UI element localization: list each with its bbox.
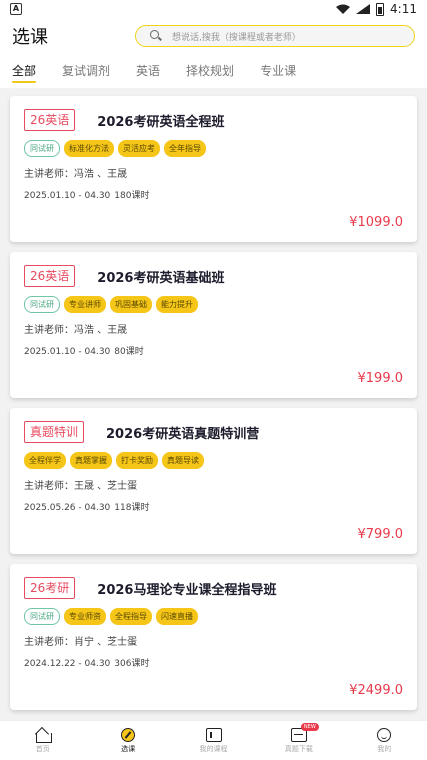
course-tags: 全程伴学 真题掌握 打卡奖励 真题导读 (24, 452, 403, 469)
course-tags: 同试研 专业讲师 巩固基础 能力提升 (24, 296, 403, 313)
course-price: ¥2499.0 (349, 683, 403, 698)
course-dates: 2025.01.10 - 04.30 180课时 (24, 188, 403, 201)
course-dates: 2024.12.22 - 04.30 306课时 (24, 656, 403, 669)
course-badge: 26考研 (24, 577, 76, 599)
course-title: 2026考研英语基础班 (97, 270, 225, 286)
course-date-range: 2025.05.26 - 04.30 (24, 503, 111, 513)
nav-mine[interactable]: 我的 (342, 721, 427, 760)
course-date-range: 2024.12.22 - 04.30 (24, 659, 111, 669)
course-dates: 2025.05.26 - 04.30 118课时 (24, 500, 403, 513)
course-teachers: 主讲老师：王晟 、芝士蛋 (24, 481, 138, 492)
course-tag: 打卡奖励 (116, 452, 158, 469)
search-input[interactable]: 想说话,搜我（搜课程或者老师） (135, 25, 415, 47)
course-tag: 全程指导 (110, 608, 152, 625)
course-hours: 80课时 (114, 347, 144, 357)
tab-school-planning[interactable]: 择校规划 (186, 54, 234, 88)
course-tag: 专业讲师 (64, 296, 106, 313)
course-price: ¥199.0 (357, 371, 404, 386)
nav-label: 选课 (121, 744, 136, 753)
tab-all[interactable]: 全部 (12, 54, 37, 88)
course-hours: 306课时 (114, 659, 150, 669)
course-teachers: 主讲老师：冯浩 、王晟 (24, 169, 128, 180)
course-date-range: 2025.01.10 - 04.30 (24, 191, 111, 201)
course-card[interactable]: 真题特训 2026考研英语真题特训营 全程伴学 真题掌握 打卡奖励 真题导读 主… (10, 408, 417, 554)
course-tags: 同试研 专业师资 全程指导 闪速直播 (24, 608, 403, 625)
course-price: ¥1099.0 (349, 215, 403, 230)
course-teachers: 主讲老师：肖宁 、芝士蛋 (24, 637, 138, 648)
nav-home[interactable]: 首页 (0, 721, 85, 760)
new-badge: NEW (300, 723, 319, 731)
category-tabs: 全部 复试调剂 英语 择校规划 专业课 (0, 54, 427, 88)
course-dates: 2025.01.10 - 04.30 80课时 (24, 344, 403, 357)
course-price: ¥799.0 (357, 527, 404, 542)
course-card[interactable]: 26考研 2026马理论专业课全程指导班 同试研 专业师资 全程指导 闪速直播 … (10, 564, 417, 710)
course-card-head: 26考研 2026马理论专业课全程指导班 (24, 576, 403, 600)
course-teachers: 主讲老师：冯浩 、王晟 (24, 325, 128, 336)
course-tag: 真题掌握 (70, 452, 112, 469)
course-tag: 灵活应考 (118, 140, 160, 157)
course-card-head: 26英语 2026考研英语全程班 (24, 108, 403, 132)
course-card[interactable]: 26英语 2026考研英语全程班 同试研 标准化方法 灵活应考 全年指导 主讲老… (10, 96, 417, 242)
page-title: 选课 (12, 27, 48, 48)
bottom-nav: 首页 选课 我的课程 NEW 真题下载 我的 (0, 720, 427, 760)
course-tag: 巩固基础 (110, 296, 152, 313)
course-tag: 全年指导 (164, 140, 206, 157)
course-tag: 真题导读 (162, 452, 204, 469)
signal-icon (356, 4, 371, 14)
mine-icon (377, 727, 392, 742)
course-badge: 真题特训 (24, 421, 85, 443)
nav-download[interactable]: NEW 真题下载 (256, 721, 341, 760)
course-tag: 能力提升 (156, 296, 198, 313)
status-bar: A 4:11 (0, 0, 427, 18)
nav-select-course[interactable]: 选课 (85, 721, 170, 760)
nav-my-courses[interactable]: 我的课程 (171, 721, 256, 760)
course-tag: 同试研 (24, 296, 60, 313)
course-title: 2026马理论专业课全程指导班 (97, 582, 277, 598)
tab-english[interactable]: 英语 (136, 54, 160, 88)
course-tags: 同试研 标准化方法 灵活应考 全年指导 (24, 140, 403, 157)
course-card-head: 26英语 2026考研英语基础班 (24, 264, 403, 288)
course-title: 2026考研英语全程班 (97, 114, 225, 130)
course-badge: 26英语 (24, 265, 76, 287)
course-tag: 专业师资 (64, 608, 106, 625)
course-title: 2026考研英语真题特训营 (106, 426, 260, 442)
course-badge: 26英语 (24, 109, 76, 131)
course-tag: 闪速直播 (156, 608, 198, 625)
battery-icon (376, 2, 385, 16)
nav-label: 我的 (377, 744, 392, 753)
home-icon (35, 728, 52, 743)
tab-major[interactable]: 专业课 (260, 54, 296, 88)
status-time: 4:11 (390, 2, 417, 16)
wifi-icon (336, 4, 351, 14)
course-card-head: 真题特训 2026考研英语真题特训营 (24, 420, 403, 444)
compass-icon (121, 727, 136, 742)
header: 选课 想说话,搜我（搜课程或者老师） (0, 18, 427, 54)
nav-label: 真题下载 (284, 744, 313, 753)
nav-label: 我的课程 (199, 744, 228, 753)
course-date-range: 2025.01.10 - 04.30 (24, 347, 111, 357)
search-placeholder: 想说话,搜我（搜课程或者老师） (172, 32, 301, 43)
status-right: 4:11 (336, 2, 417, 16)
course-hours: 180课时 (114, 191, 150, 201)
course-tag: 同试研 (24, 140, 60, 157)
search-icon (150, 30, 162, 42)
course-tag: 标准化方法 (64, 140, 114, 157)
course-list: 26英语 2026考研英语全程班 同试研 标准化方法 灵活应考 全年指导 主讲老… (10, 96, 417, 720)
nav-label: 首页 (35, 744, 50, 753)
course-tag: 同试研 (24, 608, 60, 625)
app-notification-icon: A (10, 3, 22, 15)
tab-retest[interactable]: 复试调剂 (62, 54, 110, 88)
course-icon (205, 727, 222, 742)
course-tag: 全程伴学 (24, 452, 66, 469)
course-card[interactable]: 26英语 2026考研英语基础班 同试研 专业讲师 巩固基础 能力提升 主讲老师… (10, 252, 417, 398)
course-hours: 118课时 (114, 503, 150, 513)
